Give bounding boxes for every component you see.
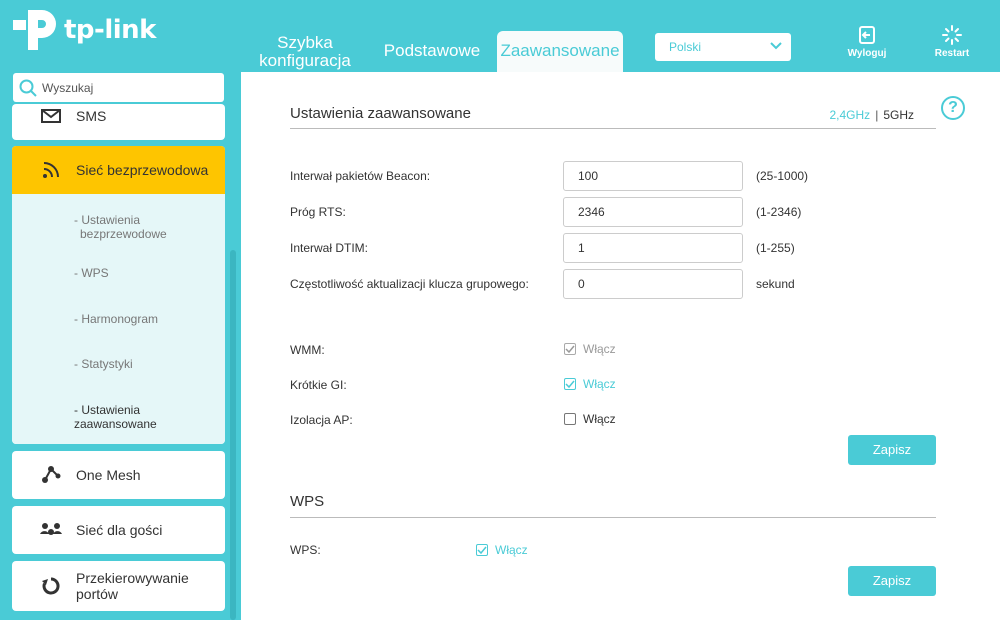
band-24ghz-link[interactable]: 2,4GHz [830, 108, 871, 122]
tab-advanced[interactable]: Zaawansowane [497, 31, 623, 72]
divider [290, 128, 936, 129]
rts-threshold-input[interactable] [563, 197, 743, 227]
submenu-schedule[interactable]: - Harmonogram [74, 312, 158, 326]
sidebar-item-guest-network[interactable]: Sieć dla gości [12, 506, 225, 554]
envelope-icon [40, 109, 62, 123]
checkmark-icon [565, 380, 575, 389]
group-key-update-label: Częstotliwość aktualizacji klucza grupow… [290, 277, 529, 291]
tp-link-logo-icon [13, 10, 56, 50]
tab-quick-setup-line2: konfiguracja [259, 51, 351, 70]
rts-threshold-hint: (1-2346) [756, 205, 802, 219]
sidebar-item-wireless[interactable]: Sieć bezprzewodowa [12, 146, 225, 194]
divider [290, 517, 936, 518]
sidebar-item-label-line2: portów [76, 586, 119, 602]
language-select[interactable]: Polski [655, 33, 791, 61]
checkbox-box [564, 343, 576, 355]
group-key-update-input[interactable] [563, 269, 743, 299]
beacon-interval-hint: (25-1000) [756, 169, 809, 183]
main-panel: Ustawienia zaawansowane 2,4GHz | 5GHz ? In… [241, 72, 1000, 620]
wifi-icon [40, 161, 62, 179]
wps-checkbox[interactable]: Włącz [476, 543, 528, 557]
rts-threshold-label: Próg RTS: [290, 205, 346, 219]
advanced-settings-title: Ustawienia zaawansowane [290, 105, 471, 122]
mesh-icon [40, 466, 62, 484]
wmm-label: WMM: [290, 343, 325, 357]
ap-isolation-checkbox[interactable]: Włącz [564, 412, 616, 426]
dtim-interval-hint: (1-255) [756, 241, 795, 255]
checkbox-box [476, 544, 488, 556]
band-switch: 2,4GHz | 5GHz [830, 108, 915, 122]
sidebar-item-onemesh[interactable]: One Mesh [12, 451, 225, 499]
tab-quick-setup-line1: Szybka [277, 33, 333, 52]
checkbox-label: Włącz [583, 342, 616, 356]
submenu-advanced-settings[interactable]: - Ustawienia zaawansowane [74, 403, 225, 431]
search-icon [19, 79, 37, 97]
band-separator: | [875, 108, 879, 122]
wps-title: WPS [290, 493, 325, 510]
short-gi-checkbox[interactable]: Włącz [564, 377, 616, 391]
beacon-interval-label: Interwał pakietów Beacon: [290, 169, 431, 183]
sidebar-scrollbar[interactable] [230, 250, 236, 620]
guests-icon [40, 522, 62, 538]
group-key-update-hint: sekund [756, 277, 795, 291]
tab-quick-setup[interactable]: Szybka konfiguracja [250, 34, 360, 70]
checkbox-box [564, 413, 576, 425]
submenu-label-line1: - Ustawienia [74, 213, 141, 227]
short-gi-label: Krótkie GI: [290, 378, 347, 392]
band-5ghz-link[interactable]: 5GHz [883, 108, 914, 122]
logout-label: Wyloguj [847, 48, 887, 59]
submenu-wireless-settings[interactable]: - Ustawienia bezprzewodowe [74, 213, 167, 241]
sidebar-item-label: One Mesh [76, 467, 141, 483]
sidebar-item-label-line1: Przekierowywanie [76, 570, 189, 586]
checkbox-label: Włącz [583, 412, 616, 426]
language-value: Polski [669, 40, 702, 54]
search-box[interactable]: Wyszukaj [13, 73, 224, 102]
checkbox-box [564, 378, 576, 390]
submenu-statistics[interactable]: - Statystyki [74, 357, 133, 371]
restart-icon [942, 25, 962, 45]
sidebar-item-label: SMS [76, 108, 107, 124]
sidebar-item-label: Sieć dla gości [76, 522, 163, 538]
logout-button[interactable]: Wyloguj [840, 25, 894, 59]
beacon-interval-input[interactable] [563, 161, 743, 191]
sidebar-item-sms[interactable]: SMS [12, 104, 225, 140]
checkmark-icon [477, 546, 487, 555]
checkbox-label: Włącz [495, 543, 528, 557]
wireless-submenu: - Ustawienia bezprzewodowe - WPS - Harmo… [12, 194, 225, 444]
restart-button[interactable]: Restart [925, 25, 979, 59]
brand-name: tp-link [64, 15, 156, 45]
chevron-down-icon [770, 42, 782, 50]
sidebar-item-label: Sieć bezprzewodowa [76, 162, 209, 178]
help-icon[interactable]: ? [941, 96, 965, 120]
tp-link-logo: tp-link [10, 6, 156, 54]
save-advanced-button[interactable]: Zapisz [848, 435, 936, 465]
ap-isolation-label: Izolacja AP: [290, 413, 353, 427]
wps-label: WPS: [290, 543, 321, 557]
logout-icon [859, 26, 875, 44]
submenu-wps[interactable]: - WPS [74, 266, 109, 280]
restart-label: Restart [934, 48, 970, 59]
dtim-interval-input[interactable] [563, 233, 743, 263]
dtim-interval-label: Interwał DTIM: [290, 241, 369, 255]
save-wps-button[interactable]: Zapisz [848, 566, 936, 596]
submenu-label-line2: bezprzewodowe [80, 227, 167, 241]
checkmark-icon [565, 345, 575, 354]
port-forward-icon [40, 577, 62, 595]
search-placeholder: Wyszukaj [42, 80, 94, 95]
tab-basic[interactable]: Podstawowe [380, 42, 484, 60]
checkbox-label: Włącz [583, 377, 616, 391]
wmm-checkbox[interactable]: Włącz [564, 342, 616, 356]
sidebar-item-port-forwarding[interactable]: Przekierowywanie portów [12, 561, 225, 611]
sidebar-group-wireless: Sieć bezprzewodowa - Ustawienia bezprzew… [12, 146, 225, 444]
